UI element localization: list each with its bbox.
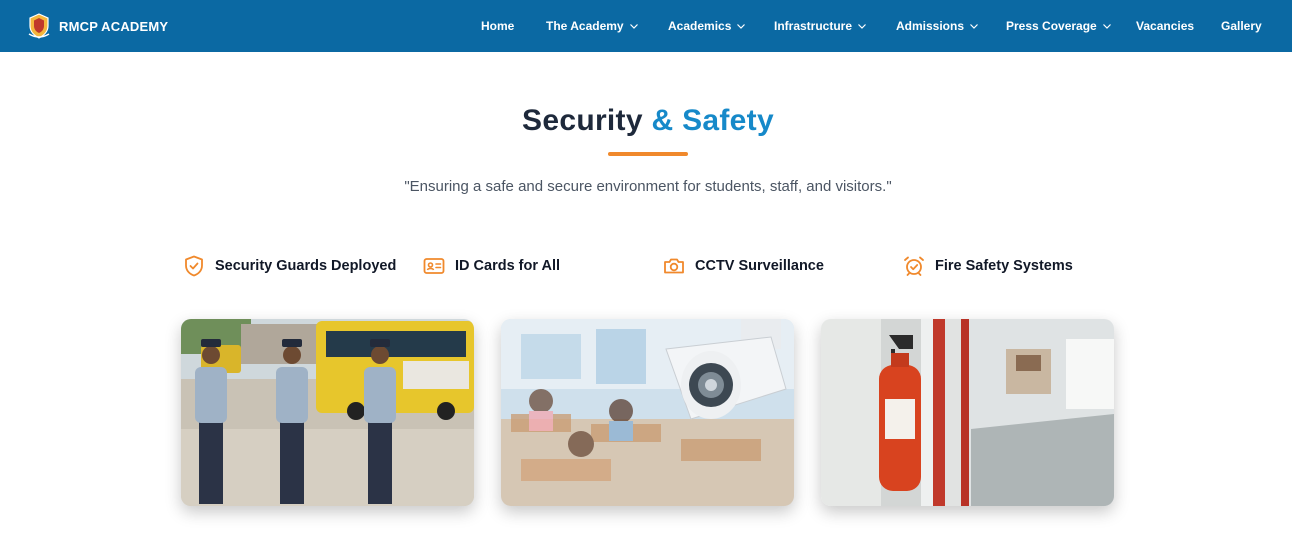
feature-label: Fire Safety Systems	[935, 258, 1073, 274]
feature-label: ID Cards for All	[455, 258, 561, 274]
page-subtitle: "Ensuring a safe and secure environment …	[404, 178, 892, 195]
nav-the-academy[interactable]: The Academy	[546, 0, 639, 52]
card-fire-safety[interactable]	[821, 319, 1114, 506]
nav-vacancies[interactable]: Vacancies	[1136, 0, 1194, 52]
feature-cctv: CCTV Surveillance	[662, 252, 824, 280]
nav-home[interactable]: Home	[481, 0, 514, 52]
chevron-down-icon	[737, 24, 746, 29]
camera-icon	[664, 258, 684, 274]
card-cctv[interactable]	[501, 319, 794, 506]
feature-fire-safety: Fire Safety Systems	[902, 252, 1073, 280]
chevron-down-icon	[1102, 24, 1111, 29]
nav-gallery[interactable]: Gallery	[1221, 0, 1262, 52]
nav-vacancies-label: Vacancies	[1136, 19, 1195, 33]
fire-extinguisher-hallway-photo	[821, 319, 1114, 506]
chevron-down-icon	[858, 24, 866, 29]
brand-name: RMCP ACADEMY	[59, 18, 169, 34]
brand[interactable]: RMCP ACADEMY	[27, 11, 168, 41]
shield-check-icon	[185, 255, 203, 277]
nav-infrastructure-label: Infrastructure	[774, 19, 853, 33]
id-card-icon	[423, 258, 445, 274]
cctv-camera-classroom-photo	[501, 319, 794, 506]
chevron-down-icon	[629, 24, 638, 29]
nav-the-academy-label: The Academy	[546, 19, 624, 33]
card-security-guards[interactable]	[181, 319, 474, 506]
alarm-clock-icon	[904, 256, 924, 276]
nav-gallery-label: Gallery	[1221, 19, 1262, 33]
nav-press-coverage[interactable]: Press Coverage	[1006, 0, 1112, 52]
title-underline	[608, 152, 688, 156]
feature-security-guards: Security Guards Deployed	[182, 252, 396, 280]
title-part-2: & Safety	[651, 104, 774, 137]
nav-infrastructure[interactable]: Infrastructure	[774, 0, 867, 52]
nav-admissions[interactable]: Admissions	[896, 0, 979, 52]
nav-press-coverage-label: Press Coverage	[1006, 19, 1097, 33]
feature-id-cards: ID Cards for All	[422, 252, 560, 280]
nav-academics-label: Academics	[668, 19, 732, 33]
feature-label: Security Guards Deployed	[215, 258, 397, 274]
top-navbar: RMCP ACADEMY Home The Academy Academics …	[0, 0, 1292, 52]
feature-label: CCTV Surveillance	[695, 258, 824, 274]
nav-academics[interactable]: Academics	[668, 0, 746, 52]
nav-home-label: Home	[481, 19, 515, 33]
academy-crest-logo	[28, 13, 50, 39]
nav-admissions-label: Admissions	[896, 19, 965, 33]
title-part-1: Security	[522, 104, 643, 137]
security-guards-saluting-photo	[181, 319, 474, 506]
page-title: Security & Safety	[0, 104, 1292, 138]
chevron-down-icon	[970, 24, 978, 29]
